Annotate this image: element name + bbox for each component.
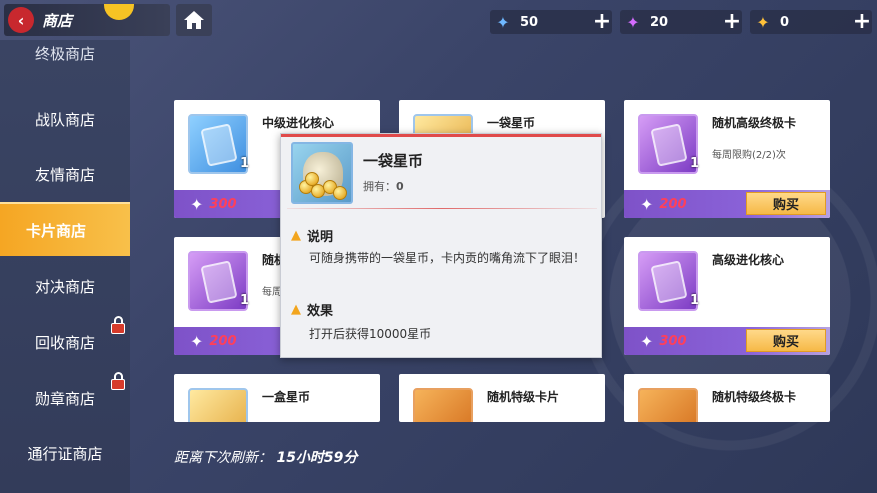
gold-crystal-icon: ✦ [756, 12, 770, 32]
refresh-label: 距离下次刷新： [174, 450, 272, 466]
item-price: 200 [209, 333, 237, 349]
back-button[interactable]: ‹ 商店 [4, 4, 170, 36]
special-card-icon [413, 388, 473, 422]
item-quantity: 1 [240, 293, 250, 308]
home-icon [184, 11, 204, 29]
item-name: 随机特级卡片 [487, 390, 560, 404]
description-text: 可随身携带的一袋星币，卡内贡的嘴角流下了眼泪！ [309, 251, 586, 265]
item-detail-popup: 一袋星币 拥有：0 ▲ 说明 可随身携带的一袋星币，卡内贡的嘴角流下了眼泪！ ▲… [280, 133, 602, 358]
purple-crystal-icon: ✦ [640, 194, 654, 214]
special-ultimate-card-icon [638, 388, 698, 422]
description-heading: ▲ 说明 [291, 228, 334, 245]
buy-button[interactable]: 购买 [746, 192, 826, 215]
coin-bag-icon [291, 142, 353, 204]
lock-icon [110, 316, 126, 334]
currency-purple-value: 20 [650, 14, 669, 30]
warning-triangle-icon: ▲ [291, 302, 301, 317]
refresh-time: 15小时59分 [276, 450, 358, 466]
home-button[interactable] [176, 4, 212, 36]
sidebar-item-card-shop[interactable]: 卡片商店 [0, 202, 130, 256]
sidebar-item-label: 回收商店 [34, 333, 95, 352]
shop-card[interactable]: 随机特级卡片 [399, 374, 605, 422]
sidebar-item-label: 通行证商店 [27, 444, 103, 463]
shop-card[interactable]: 随机特级终极卡 [624, 374, 830, 422]
purchase-limit: 每周 [262, 287, 282, 298]
buy-button[interactable]: 购买 [746, 329, 826, 352]
page-title: 商店 [42, 11, 73, 30]
shop-card[interactable]: 1 高级进化核心 ✦ 300 购买 [624, 237, 830, 355]
currency-blue: ✦ 50 + [490, 10, 612, 34]
effect-text: 打开后获得10000星币 [309, 327, 432, 341]
owned-count: 拥有：0 [363, 180, 404, 193]
sidebar-item-label: 勋章商店 [34, 389, 95, 408]
random-card-icon [188, 251, 248, 311]
shop-card[interactable]: 1 随机高级终极卡 每周限购(2/2)次 ✦ 200 购买 [624, 100, 830, 218]
blue-crystal-icon: ✦ [496, 12, 510, 32]
shop-card[interactable]: 一盒星币 [174, 374, 380, 422]
effect-heading: ▲ 效果 [291, 302, 334, 319]
item-quantity: 1 [690, 293, 700, 308]
currency-gold: ✦ 0 + [750, 10, 872, 34]
item-name: 一袋星币 [487, 116, 536, 130]
sidebar-item-label: 友情商店 [34, 165, 95, 184]
sidebar-item-label: 战队商店 [34, 110, 95, 129]
sidebar-item-friendship-shop[interactable]: 友情商店 [0, 147, 130, 201]
purple-crystal-icon: ✦ [640, 331, 654, 351]
back-arrow-icon: ‹ [8, 7, 34, 33]
purchase-limit: 每周限购(2/2)次 [712, 150, 786, 161]
divider [287, 208, 597, 209]
ultimate-card-icon [638, 114, 698, 174]
currency-purple: ✦ 20 + [620, 10, 742, 34]
popup-title: 一袋星币 [363, 152, 424, 170]
sidebar-item-label: 对决商店 [34, 277, 95, 296]
purple-crystal-icon: ✦ [190, 194, 204, 214]
item-name: 一盒星币 [262, 390, 311, 404]
item-name: 随机高级终极卡 [712, 116, 797, 130]
item-price: 300 [209, 196, 237, 212]
item-quantity: 1 [690, 156, 700, 171]
evolution-core-icon [188, 114, 248, 174]
top-bar: ‹ 商店 ✦ 50 + ✦ 20 + ✦ 0 + [0, 0, 877, 40]
sidebar-item-pass-shop[interactable]: 通行证商店 [0, 426, 130, 480]
currency-blue-value: 50 [520, 14, 539, 30]
warning-triangle-icon: ▲ [291, 228, 301, 243]
item-price: 300 [659, 333, 687, 349]
add-gold-currency-button[interactable]: + [852, 11, 872, 33]
sidebar-item-label: 卡片商店 [26, 221, 87, 240]
add-blue-currency-button[interactable]: + [592, 11, 612, 33]
purple-crystal-icon: ✦ [626, 12, 640, 32]
sidebar-item-duel-shop[interactable]: 对决商店 [0, 259, 130, 313]
item-price: 200 [659, 196, 687, 212]
sidebar-item-ultimate-shop[interactable]: 终极商店 [0, 40, 130, 64]
coin-badge-icon [104, 4, 134, 20]
sidebar-item-team-shop[interactable]: 战队商店 [0, 92, 130, 146]
currency-gold-value: 0 [780, 14, 790, 30]
purple-crystal-icon: ✦ [190, 331, 204, 351]
item-name: 高级进化核心 [712, 253, 785, 267]
add-purple-currency-button[interactable]: + [722, 11, 742, 33]
item-name: 中级进化核心 [262, 116, 335, 130]
evolution-core-icon [638, 251, 698, 311]
item-name: 随机特级终极卡 [712, 390, 797, 404]
item-quantity: 1 [240, 156, 250, 171]
sidebar: 终极商店 战队商店 友情商店 卡片商店 对决商店 回收商店 勋章商店 通行证商店 [0, 40, 130, 493]
lock-icon [110, 372, 126, 390]
refresh-timer: 距离下次刷新： 15小时59分 [174, 447, 357, 467]
coin-box-icon [188, 388, 248, 422]
sidebar-item-label: 终极商店 [34, 45, 95, 63]
